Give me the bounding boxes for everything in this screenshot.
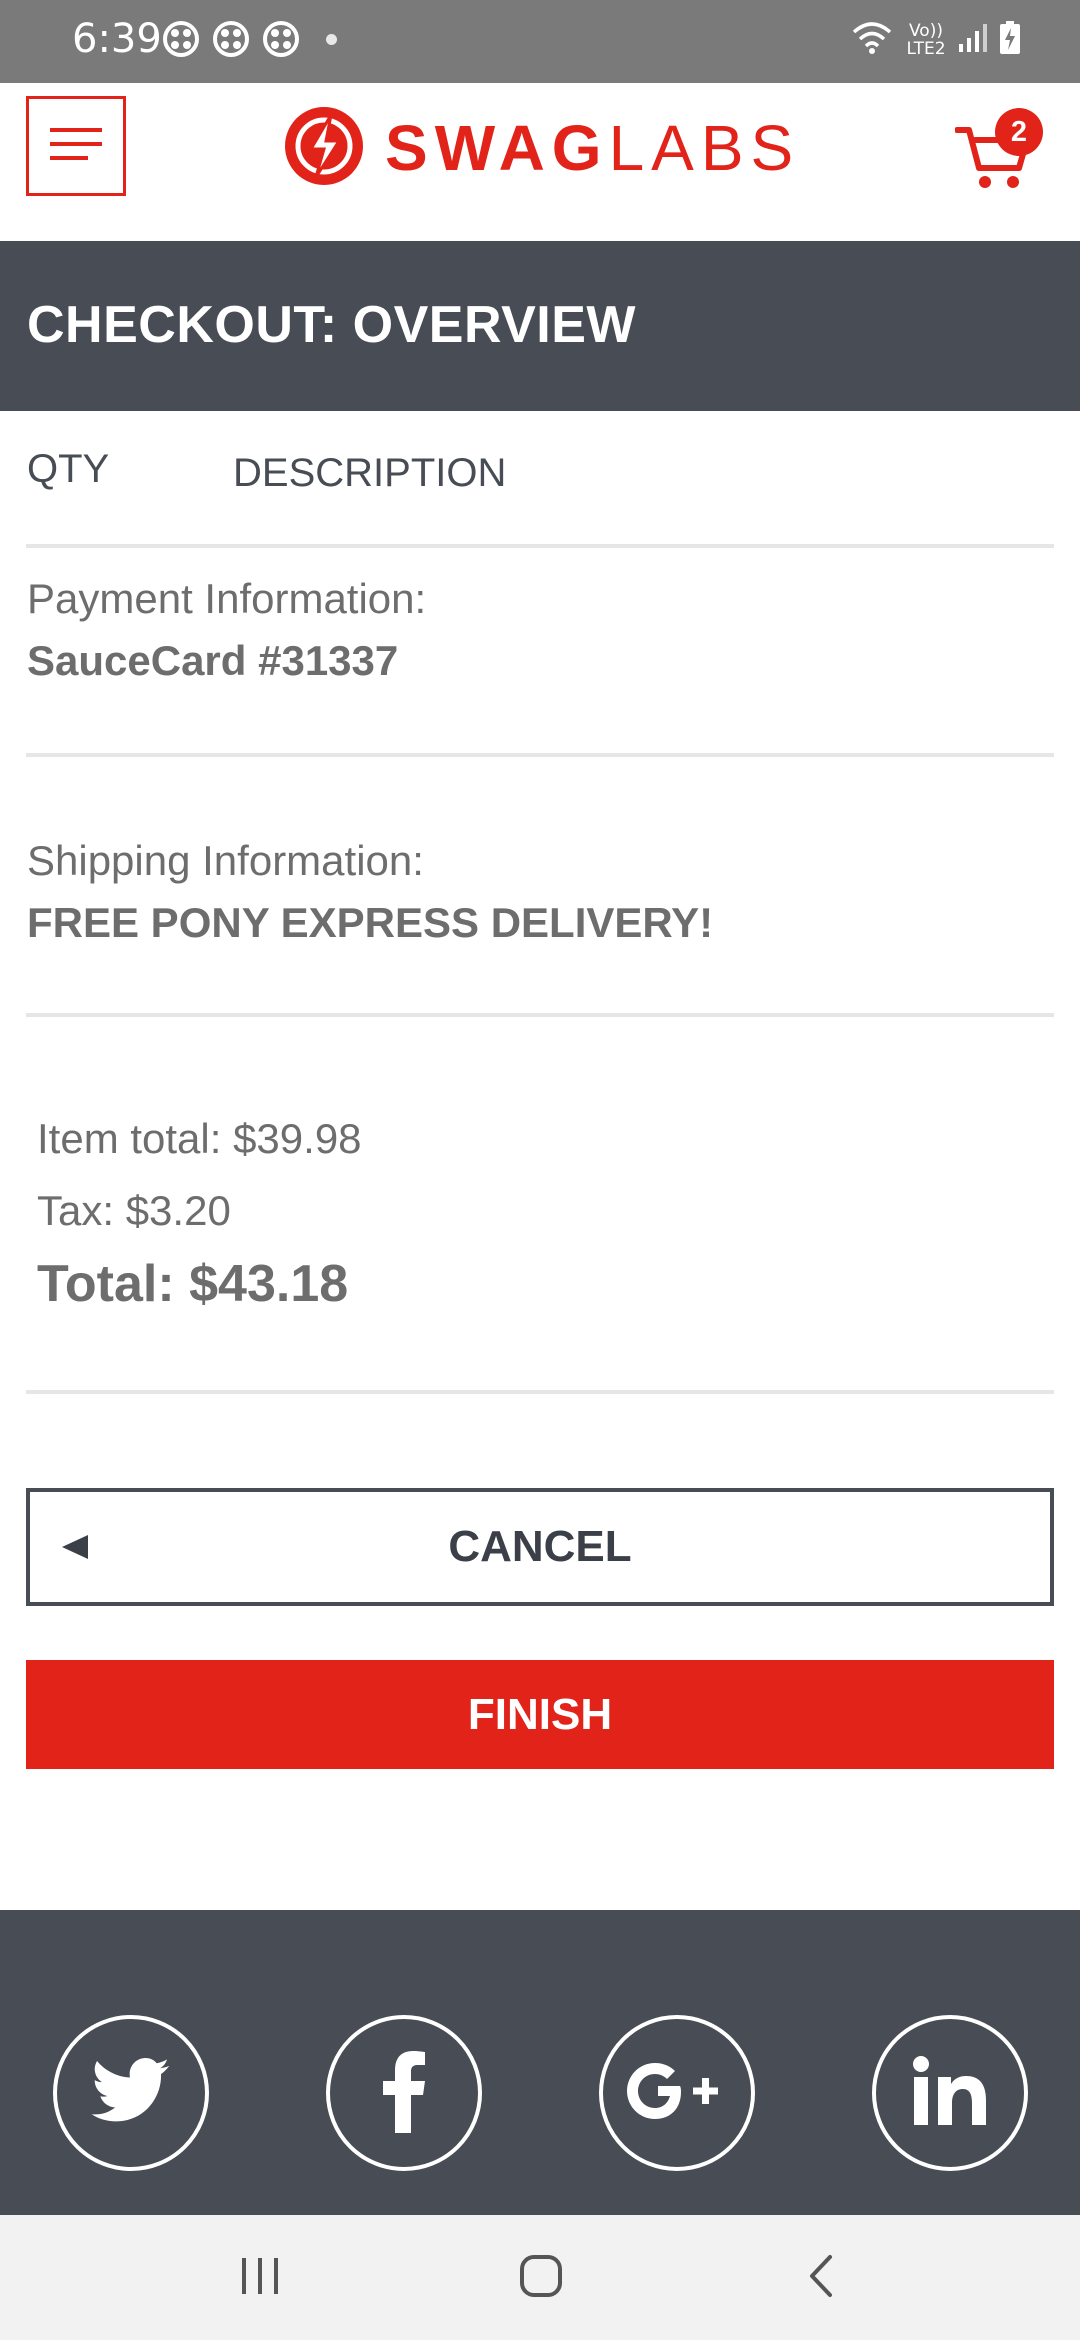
status-indicators: Vo)) LTE2 [850,18,1022,62]
linkedin-button[interactable] [872,2015,1028,2171]
back-button[interactable] [786,2243,856,2313]
divider [26,544,1054,548]
qty-column-header: QTY [27,447,110,491]
system-nav-bar [0,2215,1080,2340]
cart-button[interactable]: 2 [954,108,1045,198]
network-label: Vo)) LTE2 [906,21,946,59]
notification-icon [162,20,200,58]
swaglabs-logo-icon [283,105,365,192]
status-time: 6:39 [72,16,162,62]
menu-button[interactable] [26,96,126,196]
brand-logo: SWAGLABS [283,105,800,192]
google-plus-button[interactable] [599,2015,755,2171]
twitter-button[interactable] [53,2015,209,2171]
item-total-label: Item total: $39.98 [37,1115,362,1162]
linkedin-icon [910,2055,990,2132]
total-label: Total: $43.18 [37,1255,349,1313]
brand-name: SWAGLABS [385,116,800,180]
footer [0,1910,1080,2215]
brand-name-light: LABS [608,112,801,184]
dot-icon [326,34,337,45]
cart-badge: 2 [995,108,1043,156]
finish-button[interactable]: FINISH [26,1660,1054,1769]
google-plus-icon [622,2056,732,2131]
status-bar: 6:39 Vo)) LTE2 [0,0,1080,83]
cancel-button[interactable]: CANCEL [26,1488,1054,1606]
recent-apps-button[interactable] [225,2243,295,2313]
app-header: SWAGLABS 2 [0,83,1080,241]
home-icon [519,2254,563,2303]
payment-info-label: Payment Information: [27,575,427,622]
description-column-header: DESCRIPTION [233,451,507,495]
divider [26,1013,1054,1017]
divider [26,753,1054,757]
finish-button-label: FINISH [467,1689,613,1739]
twitter-icon [91,2057,171,2129]
facebook-icon [382,2049,426,2138]
cancel-button-label: CANCEL [448,1522,632,1571]
page-title: CHECKOUT: OVERVIEW [27,296,636,354]
home-button[interactable] [506,2243,576,2313]
payment-info-value: SauceCard #31337 [27,637,399,684]
brand-name-bold: SWAG [385,112,609,184]
back-icon [806,2254,836,2303]
shipping-info-label: Shipping Information: [27,837,424,884]
divider [26,1390,1054,1394]
wifi-icon [850,20,894,61]
back-arrow-icon [62,1535,88,1559]
notification-icon [262,20,300,58]
title-bar: CHECKOUT: OVERVIEW [0,241,1080,411]
facebook-button[interactable] [326,2015,482,2171]
recent-apps-icon [238,2256,282,2301]
notification-icon [212,20,250,58]
battery-charging-icon [998,20,1022,61]
tax-label: Tax: $3.20 [37,1187,231,1234]
shipping-info-value: FREE PONY EXPRESS DELIVERY! [27,899,714,946]
signal-icon [958,22,988,59]
hamburger-menu-icon [48,124,104,169]
